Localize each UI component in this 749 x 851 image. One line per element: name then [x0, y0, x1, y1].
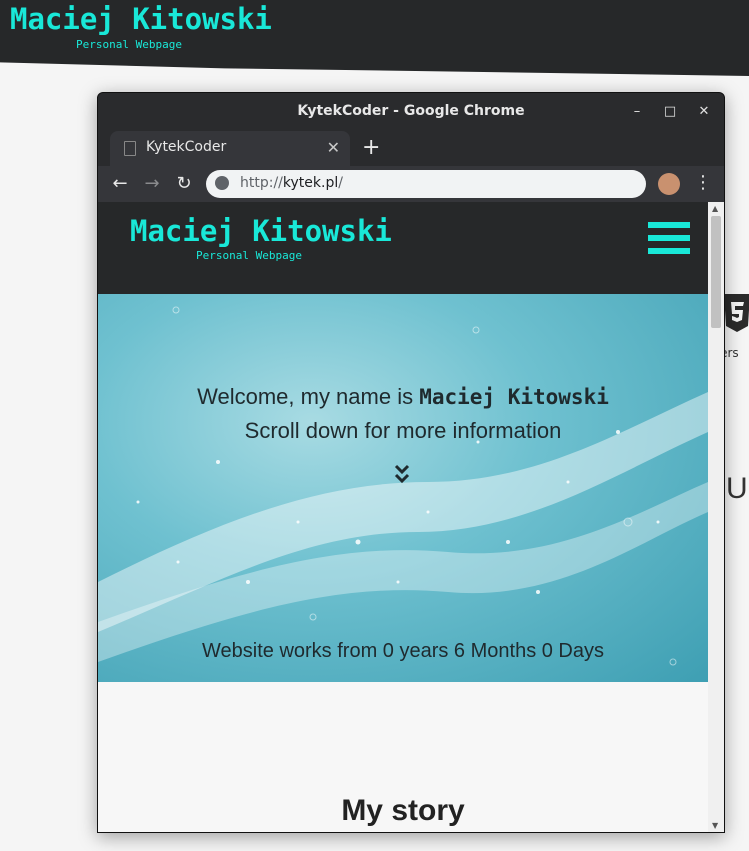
new-tab-button[interactable]: +	[362, 135, 380, 160]
more-menu-icon[interactable]: ⋮	[694, 172, 712, 193]
window-titlebar[interactable]: KytekCoder - Google Chrome – □ ✕	[98, 93, 724, 131]
browser-window: KytekCoder - Google Chrome – □ ✕ KytekCo…	[97, 92, 725, 833]
background-page-subtitle: Personal Webpage	[76, 38, 182, 51]
scroll-up-arrow-icon[interactable]: ▲	[712, 204, 718, 213]
reload-icon[interactable]: ↻	[172, 172, 196, 196]
tab-kytekcoder[interactable]: KytekCoder ✕	[110, 131, 350, 166]
forward-arrow-icon[interactable]: →	[140, 172, 164, 196]
hamburger-menu-icon[interactable]	[648, 222, 690, 262]
uptime-text: Website works from 0 years 6 Months 0 Da…	[202, 640, 604, 662]
maximize-button[interactable]: □	[659, 101, 681, 123]
css3-icon	[724, 294, 749, 332]
url-text: http://kytek.pl/	[240, 175, 343, 191]
scroll-down-arrow-icon[interactable]: ▼	[712, 821, 718, 830]
scroll-hint-text: Scroll down for more information	[244, 418, 562, 443]
double-chevron-down-icon[interactable]	[394, 464, 410, 486]
back-arrow-icon[interactable]: ←	[108, 172, 132, 196]
close-window-button[interactable]: ✕	[693, 101, 715, 123]
page-icon	[124, 141, 136, 156]
site-header: Maciej Kitowski Personal Webpage	[98, 202, 708, 294]
page-scrollbar[interactable]: ▲ ▼	[708, 202, 724, 832]
site-title[interactable]: Maciej Kitowski	[130, 214, 392, 248]
browser-toolbar: ← → ↻ http://kytek.pl/ ⋮	[98, 166, 724, 202]
tab-close-icon[interactable]: ✕	[327, 138, 340, 157]
background-page-title: Maciej Kitowski	[10, 2, 272, 36]
minimize-button[interactable]: –	[626, 101, 648, 123]
address-bar[interactable]: http://kytek.pl/	[206, 170, 646, 198]
welcome-text: Welcome, my name is Maciej Kitowski	[197, 384, 609, 409]
page-viewport: Welcome, my name is Maciej Kitowski Scro…	[98, 202, 708, 832]
site-subtitle: Personal Webpage	[196, 249, 302, 262]
profile-avatar[interactable]	[658, 173, 680, 195]
scrollbar-thumb[interactable]	[711, 216, 721, 328]
tab-strip: KytekCoder ✕ +	[98, 131, 724, 166]
section-title-my-story: My story	[341, 794, 465, 827]
background-partial-heading: U	[726, 472, 748, 505]
hero-section: Welcome, my name is Maciej Kitowski Scro…	[98, 282, 708, 682]
tab-label: KytekCoder	[146, 139, 227, 155]
globe-icon	[215, 176, 229, 190]
